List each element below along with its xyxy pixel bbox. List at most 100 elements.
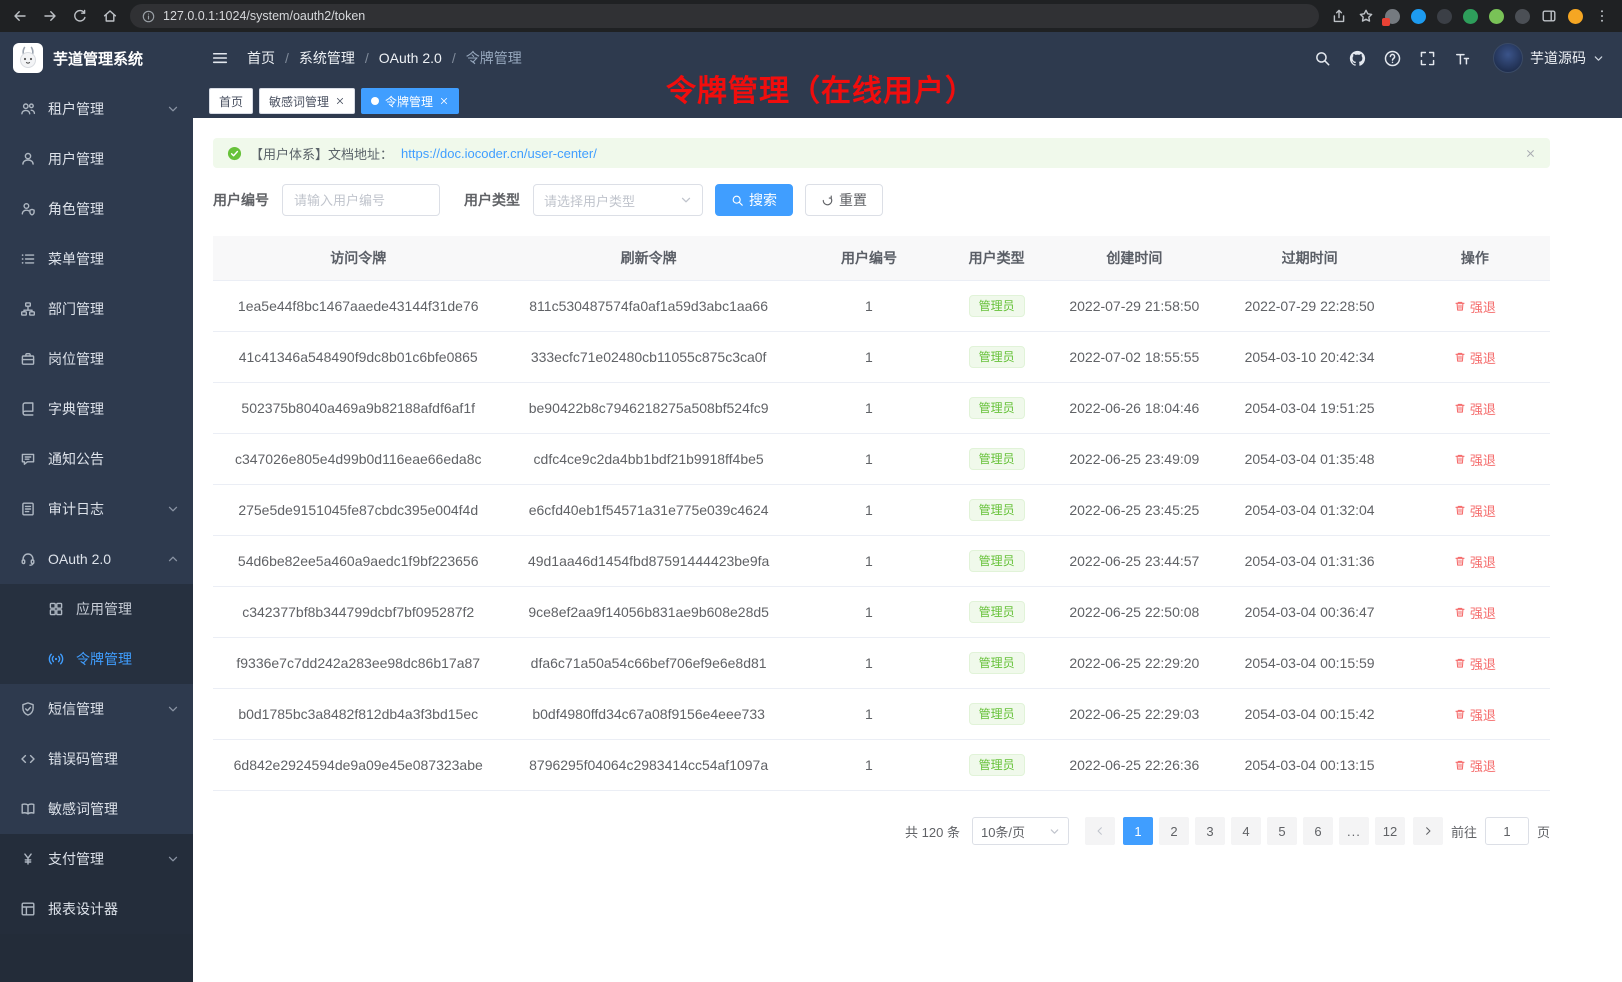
forward-icon[interactable] <box>42 8 58 24</box>
extension-icon-2[interactable] <box>1411 9 1426 24</box>
sidebar-item[interactable]: 岗位管理 <box>0 334 193 384</box>
force-logout-button[interactable]: 强退 <box>1454 654 1496 673</box>
page-size-select[interactable]: 10条/页 <box>972 817 1069 845</box>
tab[interactable]: 敏感词管理 <box>259 88 355 114</box>
search-icon[interactable] <box>1314 50 1331 67</box>
cell-created-time: 2022-07-02 18:55:55 <box>1049 332 1219 383</box>
breadcrumb-item[interactable]: 首页 <box>247 48 299 68</box>
tab[interactable]: 令牌管理 <box>361 88 459 114</box>
sidebar-item[interactable]: 支付管理 <box>0 834 193 884</box>
page-button[interactable]: 12 <box>1375 817 1405 845</box>
doc-link[interactable]: https://doc.iocoder.cn/user-center/ <box>401 146 597 161</box>
page-button[interactable]: 5 <box>1267 817 1297 845</box>
delete-icon <box>1454 402 1466 414</box>
force-logout-button[interactable]: 强退 <box>1454 552 1496 571</box>
cell-actions: 强退 <box>1400 689 1550 740</box>
font-size-icon[interactable] <box>1454 50 1471 67</box>
user-menu[interactable]: 芋道源码 <box>1493 43 1604 73</box>
site-info-icon[interactable] <box>142 10 155 23</box>
sidebar-item[interactable]: 用户管理 <box>0 134 193 184</box>
reset-button-label: 重置 <box>839 190 867 210</box>
cell-actions: 强退 <box>1400 485 1550 536</box>
sidebar-item[interactable]: 部门管理 <box>0 284 193 334</box>
reset-button[interactable]: 重置 <box>805 184 883 216</box>
user-type-select[interactable]: 请选择用户类型 <box>533 184 703 216</box>
sidebar-item[interactable]: 敏感词管理 <box>0 784 193 834</box>
sidebar-item[interactable]: 菜单管理 <box>0 234 193 284</box>
tab-close-icon[interactable] <box>335 96 345 106</box>
sidebar-item[interactable]: 短信管理 <box>0 684 193 734</box>
goto-page-input[interactable] <box>1485 817 1529 845</box>
breadcrumb-item[interactable]: 系统管理 <box>299 48 379 68</box>
page-button[interactable]: 2 <box>1159 817 1189 845</box>
help-icon[interactable] <box>1384 50 1401 67</box>
extension-icon-4[interactable] <box>1463 9 1478 24</box>
cell-user-type: 管理员 <box>944 383 1049 434</box>
user-id-input[interactable] <box>282 184 440 216</box>
side-panel-icon[interactable] <box>1541 8 1557 24</box>
cell-access-token: 54d6be82ee5a460a9aedc1f9bf223656 <box>213 536 503 587</box>
prev-page-button[interactable] <box>1085 817 1115 845</box>
page-button[interactable]: 3 <box>1195 817 1225 845</box>
tab-close-icon[interactable] <box>439 96 449 106</box>
menu-item-label: 通知公告 <box>48 449 179 469</box>
page-button[interactable]: 1 <box>1123 817 1153 845</box>
extension-icon-5[interactable] <box>1489 9 1504 24</box>
sidebar-item[interactable]: 应用管理 <box>0 584 193 634</box>
hamburger-icon[interactable] <box>211 49 229 67</box>
sidebar-item[interactable]: 通知公告 <box>0 434 193 484</box>
next-page-button[interactable] <box>1413 817 1443 845</box>
menu-item-label: 短信管理 <box>48 699 167 719</box>
app-logo-row[interactable]: 芋道管理系统 <box>0 32 193 84</box>
force-logout-button[interactable]: 强退 <box>1454 603 1496 622</box>
force-logout-button[interactable]: 强退 <box>1454 297 1496 316</box>
menu-item-icon <box>20 701 36 717</box>
bookmark-star-icon[interactable] <box>1358 8 1374 24</box>
force-logout-button[interactable]: 强退 <box>1454 501 1496 520</box>
breadcrumb-item[interactable]: OAuth 2.0 <box>379 50 466 66</box>
github-icon[interactable] <box>1349 50 1366 67</box>
alert-close-icon[interactable] <box>1525 148 1536 159</box>
url-bar[interactable]: 127.0.0.1:1024/system/oauth2/token <box>130 4 1319 28</box>
browser-menu-icon[interactable] <box>1594 8 1610 24</box>
breadcrumb: 首页 系统管理 OAuth 2.0 令牌管理 <box>247 48 522 68</box>
sidebar-item[interactable]: 报表设计器 <box>0 884 193 934</box>
sidebar-item[interactable]: OAuth 2.0 <box>0 534 193 584</box>
cell-user-id: 1 <box>794 536 944 587</box>
sidebar-item[interactable]: 租户管理 <box>0 84 193 134</box>
page-button[interactable]: 6 <box>1303 817 1333 845</box>
delete-icon <box>1454 759 1466 771</box>
share-icon[interactable] <box>1331 8 1347 24</box>
force-logout-button[interactable]: 强退 <box>1454 756 1496 775</box>
search-button[interactable]: 搜索 <box>715 184 793 216</box>
sidebar-item[interactable]: 错误码管理 <box>0 734 193 784</box>
sidebar-item[interactable]: 字典管理 <box>0 384 193 434</box>
sidebar-item[interactable]: 角色管理 <box>0 184 193 234</box>
page-buttons: 1 2 3 4 5 6 ... 12 <box>1123 817 1405 845</box>
sidebar-item[interactable]: 审计日志 <box>0 484 193 534</box>
fullscreen-icon[interactable] <box>1419 50 1436 67</box>
extension-icon-1[interactable] <box>1385 9 1400 24</box>
menu-item-label: 部门管理 <box>48 299 179 319</box>
table-row: b0d1785bc3a8482f812db4a3f3bd15ec b0df498… <box>213 689 1550 740</box>
extension-icon-6[interactable] <box>1515 9 1530 24</box>
cell-created-time: 2022-06-25 23:44:57 <box>1049 536 1219 587</box>
reload-icon[interactable] <box>72 8 88 24</box>
menu-item-label: 租户管理 <box>48 99 167 119</box>
home-icon[interactable] <box>102 8 118 24</box>
back-icon[interactable] <box>12 8 28 24</box>
sidebar-item[interactable]: 令牌管理 <box>0 634 193 684</box>
page-button[interactable]: ... <box>1339 817 1369 845</box>
force-logout-button[interactable]: 强退 <box>1454 450 1496 469</box>
cell-user-type: 管理员 <box>944 638 1049 689</box>
extension-icon-3[interactable] <box>1437 9 1452 24</box>
page-button[interactable]: 4 <box>1231 817 1261 845</box>
breadcrumb-item[interactable]: 令牌管理 <box>466 48 522 68</box>
force-logout-button[interactable]: 强退 <box>1454 399 1496 418</box>
tab[interactable]: 首页 <box>209 88 253 114</box>
force-logout-button[interactable]: 强退 <box>1454 348 1496 367</box>
browser-profile-avatar[interactable] <box>1568 9 1583 24</box>
cell-refresh-token: 8796295f04064c2983414cc54af1097a <box>503 740 793 791</box>
force-logout-button[interactable]: 强退 <box>1454 705 1496 724</box>
menu-item-label: 菜单管理 <box>48 249 179 269</box>
